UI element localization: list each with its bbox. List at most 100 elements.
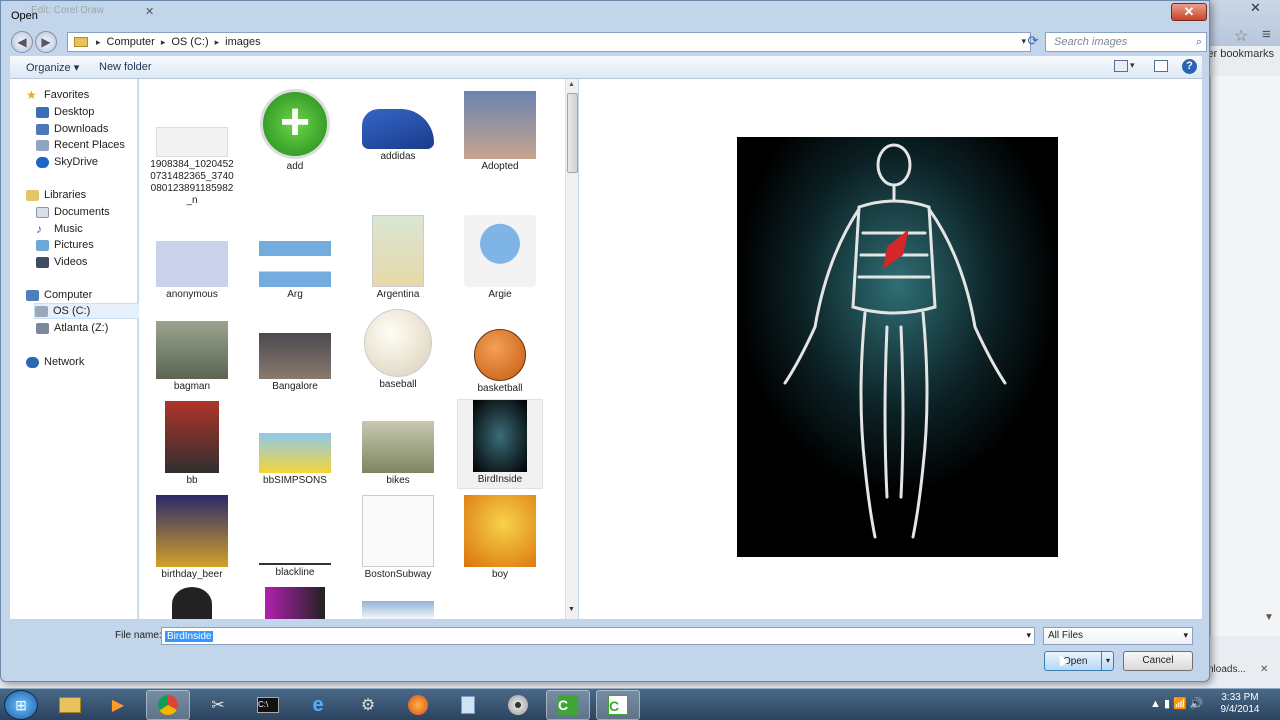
back-button[interactable]: ◀ <box>11 31 33 53</box>
file-name-value[interactable]: BirdInside <box>165 631 214 642</box>
breadcrumb-images[interactable]: images <box>225 36 260 48</box>
file-item[interactable]: + add <box>252 89 338 173</box>
file-item[interactable]: 1908384_10204520731482365_37400801238911… <box>149 127 235 207</box>
breadcrumb[interactable]: ▸ Computer ▸ OS (C:) ▸ images ▾ <box>67 32 1031 52</box>
nav-network[interactable]: Network <box>26 354 152 370</box>
system-tray-icons[interactable]: ▲ ▮ 📶 🔊 <box>1150 697 1204 710</box>
photo-thumbnail <box>464 91 536 159</box>
star-icon: ★ <box>26 87 37 102</box>
organize-button[interactable]: Organize ▾ <box>26 61 79 74</box>
snipping-tool-taskbar-icon[interactable]: ✂ <box>196 690 240 720</box>
notepad-taskbar-icon[interactable] <box>446 690 490 720</box>
file-item[interactable]: birthday_beer <box>149 495 235 581</box>
scrollbar-thumb[interactable] <box>567 93 578 173</box>
open-dropdown-icon[interactable]: ▾ <box>1101 652 1114 670</box>
file-item[interactable]: Adopted <box>457 91 543 173</box>
desktop-icon <box>36 106 49 118</box>
breadcrumb-separator[interactable]: ▸ <box>215 37 220 48</box>
camtasia-recorder-taskbar-icon[interactable]: C <box>596 690 640 720</box>
search-icon[interactable]: ⌕ <box>1196 33 1202 51</box>
file-name-dropdown-icon[interactable]: ▾ <box>1026 630 1031 641</box>
nav-libraries[interactable]: Libraries <box>26 187 152 203</box>
file-item[interactable]: Argie <box>457 215 543 301</box>
file-item[interactable] <box>149 587 235 619</box>
silhouette-thumbnail <box>464 495 536 567</box>
network-drive-icon <box>36 322 49 334</box>
scroll-down-icon[interactable]: ▼ <box>568 606 575 613</box>
scroll-up-icon[interactable]: ▲ <box>568 81 575 88</box>
avatar-thumbnail <box>156 241 228 287</box>
cartoon-thumbnail <box>259 433 331 473</box>
search-input[interactable]: Search images ⌕ <box>1045 32 1207 52</box>
downloads-close-icon[interactable]: ✕ <box>1260 664 1268 675</box>
explorer-taskbar-icon[interactable] <box>48 690 92 720</box>
file-type-value: All Files <box>1048 630 1084 641</box>
show-downloads-link[interactable]: nloads... <box>1208 664 1246 675</box>
view-dropdown-icon[interactable]: ▾ <box>1130 60 1135 71</box>
basketball-thumbnail <box>474 329 526 381</box>
internet-explorer-taskbar-icon[interactable]: e <box>296 690 340 720</box>
nav-favorites[interactable]: ★ Favorites <box>26 87 152 103</box>
open-button[interactable]: Open ▾ <box>1044 651 1114 671</box>
breadcrumb-separator[interactable]: ▸ <box>161 37 166 48</box>
file-item[interactable] <box>355 601 441 619</box>
breadcrumb-os-c[interactable]: OS (C:) <box>171 36 208 48</box>
file-item[interactable]: BostonSubway <box>355 495 441 581</box>
taskbar-clock[interactable]: 3:33 PM 9/4/2014 <box>1210 692 1270 716</box>
dialog-close-button[interactable]: ✕ <box>1171 3 1207 21</box>
file-item[interactable]: bb <box>149 401 235 487</box>
file-type-select[interactable]: All Files ▾ <box>1043 627 1193 645</box>
file-label: blackline <box>275 567 315 578</box>
file-name-label: File name: <box>115 630 162 641</box>
preview-pane-icon[interactable] <box>1154 60 1168 72</box>
bookmark-star-icon[interactable]: ☆ <box>1234 26 1248 46</box>
cancel-button[interactable]: Cancel <box>1123 651 1193 671</box>
camtasia-taskbar-icon[interactable]: C <box>546 690 590 720</box>
file-list-scrollbar[interactable]: ▲ ▼ <box>565 79 578 619</box>
file-item[interactable]: Arg <box>252 241 338 301</box>
firefox-taskbar-icon[interactable] <box>396 690 440 720</box>
documents-icon <box>36 206 49 218</box>
new-folder-button[interactable]: New folder <box>99 61 152 73</box>
forward-button[interactable]: ▶ <box>35 31 57 53</box>
nav-computer[interactable]: Computer <box>26 287 152 303</box>
file-item[interactable]: blackline <box>252 563 338 579</box>
file-item[interactable]: addidas <box>355 109 441 163</box>
file-item[interactable]: baseball <box>355 309 441 391</box>
tool-taskbar-icon[interactable]: ⚙ <box>346 690 390 720</box>
command-prompt-taskbar-icon[interactable]: C:\ <box>246 690 290 720</box>
skydrive-icon <box>36 156 49 168</box>
file-item[interactable]: basketball <box>457 329 543 395</box>
file-label: boy <box>491 569 509 580</box>
refresh-icon[interactable]: ⟳ <box>1023 33 1043 51</box>
file-name-input[interactable]: BirdInside ▾ <box>161 627 1035 645</box>
file-item[interactable]: bagman <box>149 321 235 393</box>
help-icon[interactable]: ? <box>1182 59 1197 74</box>
browser-scroll-down-icon[interactable]: ▼ <box>1264 612 1274 623</box>
browser-close-icon[interactable]: ✕ <box>1250 0 1261 16</box>
start-button[interactable]: ⊞ <box>4 690 38 720</box>
breadcrumb-computer[interactable]: Computer <box>107 36 155 48</box>
file-item[interactable]: boy <box>457 495 543 581</box>
file-type-dropdown-icon[interactable]: ▾ <box>1183 630 1188 641</box>
chrome-taskbar-icon[interactable] <box>146 690 190 720</box>
file-item[interactable]: bbSIMPSONS <box>252 433 338 487</box>
file-label: birthday_beer <box>161 569 223 580</box>
file-label: bb <box>186 475 198 486</box>
baseball-thumbnail <box>364 309 432 377</box>
breadcrumb-separator[interactable]: ▸ <box>96 37 101 48</box>
disc-taskbar-icon[interactable] <box>496 690 540 720</box>
file-item[interactable] <box>252 587 338 619</box>
change-view-icon[interactable] <box>1114 60 1128 72</box>
file-label: 1908384_10204520731482365_37400801238911… <box>150 159 234 206</box>
file-item-selected[interactable]: BirdInside <box>457 399 543 489</box>
file-label: addidas <box>380 151 416 162</box>
browser-menu-icon[interactable]: ≡ <box>1262 26 1271 43</box>
file-item[interactable]: Bangalore <box>252 333 338 393</box>
file-item[interactable]: Argentina <box>355 215 441 301</box>
nav-network-label: Network <box>44 356 85 368</box>
media-player-taskbar-icon[interactable]: ▶ <box>96 690 140 720</box>
file-item[interactable]: anonymous <box>149 241 235 301</box>
file-item[interactable]: bikes <box>355 421 441 487</box>
pdf-thumbnail <box>362 495 434 567</box>
